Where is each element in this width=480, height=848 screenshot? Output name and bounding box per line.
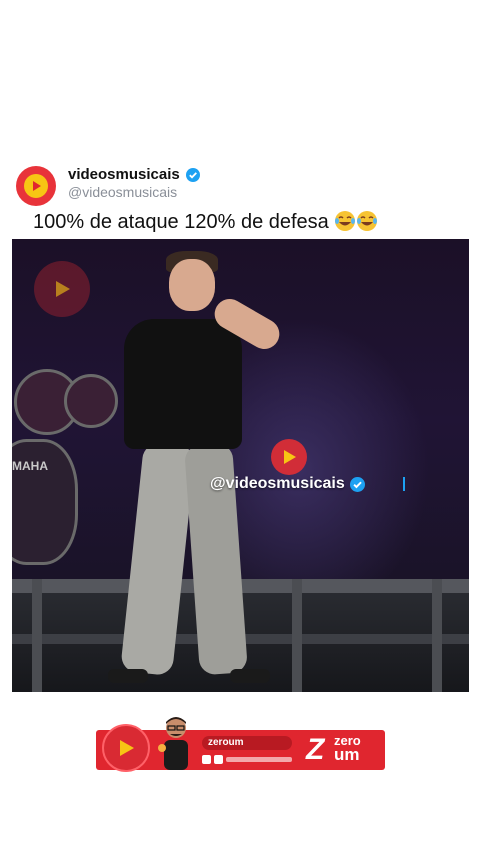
banner-handle-pill: zeroum — [202, 736, 292, 750]
handle[interactable]: @videosmusicais — [68, 184, 177, 200]
watermark-handle-text: @videosmusicais — [210, 475, 345, 492]
video-player[interactable]: MAHA @videosmusicais — [12, 239, 469, 692]
display-name[interactable]: videosmusicais — [68, 166, 180, 183]
performer-shoe — [108, 669, 148, 683]
banner-play-logo-icon — [102, 724, 150, 772]
caption-text: 100% de ataque 120% de defesa — [33, 211, 329, 233]
drum-brand-text: MAHA — [12, 459, 48, 473]
banner-fine-print — [202, 754, 292, 764]
laughing-tears-emoji-icon — [357, 211, 378, 231]
avatar[interactable] — [16, 166, 56, 206]
banner-chip-icon — [202, 754, 211, 764]
verified-badge-icon — [349, 476, 365, 492]
text-cursor — [403, 477, 405, 491]
watermark-handle: @videosmusicais — [210, 475, 365, 493]
watermark-logo-icon — [271, 439, 307, 475]
truss-leg — [32, 579, 42, 692]
drum-kit — [12, 439, 78, 565]
drum-kit — [64, 374, 118, 428]
banner-chip-icon — [214, 754, 223, 764]
zeroum-brand-logo: Z zero um — [306, 732, 381, 768]
brand-z-glyph: Z — [306, 733, 325, 766]
play-logo-icon — [24, 174, 48, 198]
performer-body — [124, 319, 242, 449]
laughing-tears-emoji-icon — [335, 211, 356, 231]
post-header: videosmusicais @videosmusicais — [16, 164, 436, 208]
watermark-logo-icon — [34, 261, 90, 317]
mascot-character-icon — [158, 717, 188, 770]
post-caption: 100% de ataque 120% de defesa — [33, 210, 378, 234]
sponsor-banner[interactable]: zeroum Z zero um — [96, 717, 385, 772]
brand-um: um — [334, 745, 360, 764]
verified-badge-icon — [185, 167, 200, 182]
truss-leg — [432, 579, 442, 692]
truss-leg — [292, 579, 302, 692]
performer-shoe — [230, 669, 270, 683]
name-row: videosmusicais — [68, 166, 200, 183]
banner-fine-text — [226, 756, 292, 762]
performer-head — [169, 259, 215, 311]
